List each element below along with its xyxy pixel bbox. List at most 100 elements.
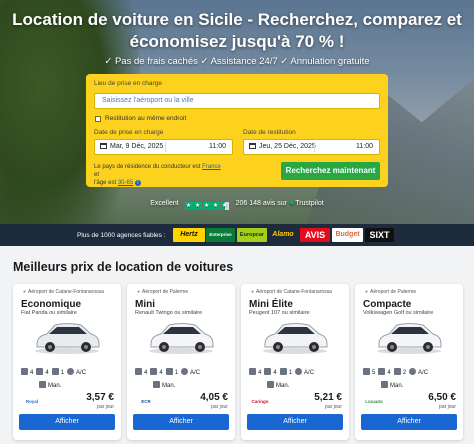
star-rating-icon: ★ ★ ★ ★ ★: [184, 202, 229, 210]
seats-spec: 4: [249, 368, 261, 376]
card-location: ● Aéroport de Palerme: [365, 289, 416, 295]
avis-logo: AVIS: [300, 228, 330, 242]
trustpilot-brand: Trustpilot: [295, 200, 324, 207]
door-icon: [378, 368, 386, 375]
gearbox-icon: [267, 381, 274, 388]
divider: [314, 142, 315, 152]
budget-logo: Budget: [332, 228, 363, 242]
view-button[interactable]: Afficher: [247, 414, 343, 430]
suitcase-icon: [393, 368, 401, 375]
card-location: ● Aéroport de Catane-Fontanarossa: [251, 289, 332, 295]
location-text: Aéroport de Catane-Fontanarossa: [28, 289, 104, 295]
location-pin-icon: ●: [23, 289, 27, 295]
doors-spec: 4: [36, 368, 49, 376]
feature-list: ✓ Pas de frais cachés ✓ Assistance 24/7 …: [104, 56, 370, 67]
location-text: Aéroport de Catane-Fontanarossa: [256, 289, 332, 295]
car-category: Mini: [135, 299, 155, 310]
age-link[interactable]: 30-65: [118, 180, 133, 186]
person-icon: [21, 368, 28, 375]
door-icon: [36, 368, 44, 375]
car-specs: 4 4 1 A/C: [249, 368, 345, 376]
doors-spec: 4: [150, 368, 163, 376]
price-unit: par jour: [211, 404, 228, 410]
hertz-logo: Hertz: [173, 228, 205, 242]
car-model: Volkswagen Golf ou similaire: [363, 310, 434, 316]
person-icon: [249, 368, 256, 375]
residence-info: Le pays de résidence du conducteur est F…: [94, 163, 224, 187]
pickup-location-input[interactable]: Saisissez l'aéroport ou la ville: [94, 93, 380, 109]
snowflake-icon: [295, 368, 303, 375]
price: 6,50 €: [428, 392, 456, 403]
search-button[interactable]: Recherchez maintenant: [281, 162, 380, 180]
car-model: Renault Twingo ou similaire: [135, 310, 203, 316]
info-icon[interactable]: i: [134, 180, 141, 186]
doors-spec: 4: [264, 368, 277, 376]
country-link[interactable]: France: [202, 164, 221, 170]
alamo-logo: Alamo: [272, 231, 294, 238]
car-card[interactable]: ● Aéroport de Palerme Mini Renault Twingo o…: [127, 284, 235, 440]
ac-spec: A/C: [67, 368, 86, 376]
section-title: Meilleurs prix de location de voitures: [13, 260, 234, 274]
end-date-value: Jeu, 25 Déc, 2025: [259, 143, 316, 150]
start-date-field[interactable]: Mar, 9 Déc, 2025 11:00: [94, 139, 233, 155]
car-card[interactable]: ● Aéroport de Catane-Fontanarossa Economiq…: [13, 284, 121, 440]
bags-spec: 2: [393, 368, 406, 376]
end-date-field[interactable]: Jeu, 25 Déc, 2025 11:00: [243, 139, 380, 155]
ac-spec: A/C: [409, 368, 428, 376]
bags-spec: 1: [165, 368, 178, 376]
start-date-value: Mar, 9 Déc, 2025: [110, 143, 164, 150]
calendar-icon: [249, 143, 256, 149]
ac-spec: A/C: [181, 368, 200, 376]
gearbox-icon: [153, 381, 160, 388]
location-text: Aéroport de Palerme: [142, 289, 189, 295]
door-icon: [150, 368, 158, 375]
suitcase-icon: [51, 368, 59, 375]
view-button[interactable]: Afficher: [361, 414, 457, 430]
location-pin-icon: ●: [137, 289, 141, 295]
car-image: [263, 323, 328, 354]
car-category: Compacte: [363, 299, 412, 310]
location-pin-icon: ●: [251, 289, 255, 295]
europcar-logo: Europcar: [237, 228, 267, 242]
seats-spec: 4: [21, 368, 33, 376]
supplier-logo: ECR: [141, 399, 151, 404]
snowflake-icon: [67, 368, 75, 375]
car-card[interactable]: ● Aéroport de Palerme Compacte Volkswagen G…: [355, 284, 463, 440]
residence-text: Le pays de résidence du conducteur est: [94, 164, 201, 170]
transmission-spec: Man.: [39, 381, 61, 389]
snowflake-icon: [409, 368, 417, 375]
partners-label: Plus de 1000 agences fiables :: [77, 232, 166, 239]
partner-bar: Plus de 1000 agences fiables : Hertz Ent…: [0, 224, 474, 246]
start-time-value[interactable]: 11:00: [209, 143, 226, 150]
door-icon: [264, 368, 272, 375]
age-text: l'âge est: [94, 180, 117, 186]
transmission-spec: Man.: [267, 381, 289, 389]
transmission-spec: Man.: [381, 381, 403, 389]
supplier-logo: Caringo: [251, 399, 269, 404]
transmission-spec: Man.: [153, 381, 175, 389]
page-title: Location de voiture en Sicile - Recherch…: [12, 10, 462, 51]
calendar-icon: [100, 143, 107, 149]
location-text: Aéroport de Palerme: [370, 289, 417, 295]
car-category: Economique: [21, 299, 82, 310]
doors-spec: 4: [378, 368, 391, 376]
person-icon: [363, 368, 370, 375]
car-specs: 4 4 1 A/C: [135, 368, 231, 376]
price-unit: par jour: [439, 404, 456, 410]
card-location: ● Aéroport de Palerme: [137, 289, 188, 295]
car-card[interactable]: ● Aéroport de Catane-Fontanarossa Mini Éli…: [241, 284, 349, 440]
view-button[interactable]: Afficher: [133, 414, 229, 430]
bags-spec: 1: [51, 368, 64, 376]
car-model: Fiat Panda ou similaire: [21, 310, 77, 316]
sixt-logo: SIXT: [365, 228, 394, 242]
view-button[interactable]: Afficher: [19, 414, 115, 430]
pickup-label: Lieu de prise en charge: [94, 80, 162, 87]
end-time-value[interactable]: 11:00: [356, 143, 373, 150]
end-date-label: Date de restitution: [243, 129, 296, 136]
residence-and: et: [94, 172, 100, 178]
gearbox-icon: [381, 381, 388, 388]
trustpilot-rating[interactable]: Excellent ★ ★ ★ ★ ★ 206 148 avis sur ★Trustp…: [0, 199, 474, 210]
enterprise-logo: Enterprise: [206, 228, 235, 242]
car-image: [149, 323, 214, 354]
same-return-checkbox[interactable]: [95, 116, 101, 122]
